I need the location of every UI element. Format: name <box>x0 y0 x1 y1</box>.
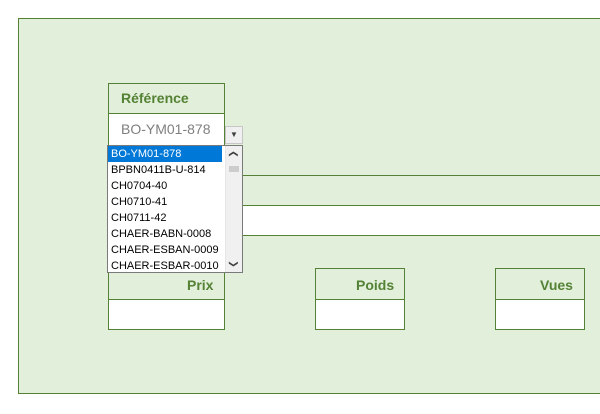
prix-input[interactable] <box>108 299 225 330</box>
form-band-row <box>243 175 600 206</box>
form-band-cell[interactable] <box>243 206 600 236</box>
vues-field-group: Vues <box>495 268 585 330</box>
dropdown-option[interactable]: CHAER-ESBAR-0010 <box>108 258 222 272</box>
prix-field-group: Prix <box>108 268 225 330</box>
dropdown-option[interactable]: BPBN0411B-U-814 <box>108 162 222 178</box>
reference-dropdown-list[interactable]: BO-YM01-878 BPBN0411B-U-814 CH0704-40 CH… <box>107 145 243 273</box>
dropdown-option[interactable]: CHAER-BABN-0008 <box>108 226 222 242</box>
dropdown-option[interactable]: CH0704-40 <box>108 178 222 194</box>
dropdown-option[interactable]: CH0711-42 <box>108 210 222 226</box>
dropdown-arrow-icon[interactable]: ▼ <box>225 126 243 144</box>
dropdown-option[interactable]: CHAER-ESBAN-0009 <box>108 242 222 258</box>
dropdown-option[interactable]: BO-YM01-878 <box>108 146 222 162</box>
reference-combobox[interactable]: BO-YM01-878 <box>108 113 225 146</box>
chevron-up-icon[interactable]: ❮ <box>226 146 242 162</box>
reference-label: Référence <box>121 90 189 106</box>
poids-label: Poids <box>356 277 395 293</box>
vues-input[interactable] <box>495 299 585 330</box>
poids-field-group: Poids <box>315 268 405 330</box>
dropdown-scrollbar[interactable]: ❮ ❯ <box>225 146 242 272</box>
vues-label: Vues <box>540 277 573 293</box>
poids-input[interactable] <box>315 299 405 330</box>
prix-label: Prix <box>187 277 214 293</box>
dropdown-option[interactable]: CH0710-41 <box>108 194 222 210</box>
scrollbar-thumb[interactable] <box>229 166 239 172</box>
chevron-down-icon[interactable]: ❯ <box>226 256 242 272</box>
